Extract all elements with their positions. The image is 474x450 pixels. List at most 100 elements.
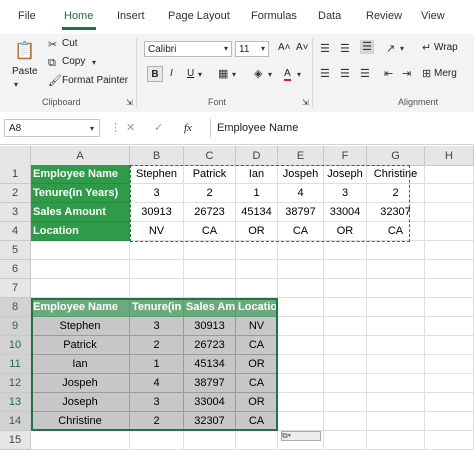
cell[interactable] xyxy=(425,184,474,203)
cell[interactable] xyxy=(278,336,324,355)
cell[interactable]: OR xyxy=(324,222,367,241)
align-left-icon[interactable]: ☰ xyxy=(320,67,330,81)
tab-file[interactable]: File xyxy=(18,10,36,22)
cell[interactable]: NV xyxy=(236,317,278,336)
italic-button[interactable]: I xyxy=(170,68,173,79)
paste-options-icon[interactable]: ⧉▾ xyxy=(281,431,321,441)
cell[interactable] xyxy=(367,260,425,279)
column-header-b[interactable]: B xyxy=(130,146,184,166)
cell[interactable]: 30913 xyxy=(130,203,184,222)
cell[interactable]: 45134 xyxy=(236,203,278,222)
cell[interactable] xyxy=(367,393,425,412)
cell[interactable]: 45134 xyxy=(184,355,236,374)
cell[interactable] xyxy=(425,412,474,431)
cell[interactable] xyxy=(278,241,324,260)
cell[interactable] xyxy=(278,298,324,317)
shrink-font-button[interactable]: A˅ xyxy=(296,42,309,53)
cell[interactable] xyxy=(324,298,367,317)
cut-button[interactable]: Cut xyxy=(62,38,78,49)
cell[interactable]: 33004 xyxy=(184,393,236,412)
cell[interactable]: Patrick xyxy=(31,336,130,355)
cell[interactable] xyxy=(130,260,184,279)
merge-center-button[interactable]: Merg xyxy=(434,68,457,79)
cell[interactable]: OR xyxy=(236,355,278,374)
grow-font-button[interactable]: A˄ xyxy=(278,42,291,53)
cell[interactable]: 3 xyxy=(130,393,184,412)
cell[interactable] xyxy=(425,374,474,393)
cell[interactable]: Patrick xyxy=(184,165,236,184)
column-header-f[interactable]: F xyxy=(324,146,367,166)
cell[interactable] xyxy=(278,317,324,336)
cell[interactable]: CA xyxy=(236,374,278,393)
underline-button[interactable]: U xyxy=(187,68,194,79)
cell[interactable]: Employee Name xyxy=(31,298,130,317)
fill-color-icon[interactable]: ◈ xyxy=(254,67,262,81)
row-header-7[interactable]: 7 xyxy=(0,279,31,298)
cell[interactable]: Sales Amount xyxy=(31,203,130,222)
column-header-d[interactable]: D xyxy=(236,146,278,166)
copy-button[interactable]: Copy xyxy=(62,56,85,67)
cell[interactable]: OR xyxy=(236,393,278,412)
cell[interactable]: 2 xyxy=(130,412,184,431)
cell[interactable]: 4 xyxy=(130,374,184,393)
row-header-1[interactable]: 1 xyxy=(0,165,31,184)
cell[interactable] xyxy=(130,241,184,260)
cell[interactable] xyxy=(278,412,324,431)
cell[interactable]: Jospeh xyxy=(31,374,130,393)
cell[interactable]: Christine xyxy=(31,412,130,431)
cell[interactable]: Locatio xyxy=(236,298,278,317)
cell[interactable]: Stephen xyxy=(130,165,184,184)
increase-indent-icon[interactable]: ⇥ xyxy=(402,67,411,81)
cell[interactable] xyxy=(367,317,425,336)
cell[interactable]: 4 xyxy=(278,184,324,203)
cell[interactable]: 2 xyxy=(184,184,236,203)
cell[interactable] xyxy=(31,279,130,298)
cell[interactable] xyxy=(278,393,324,412)
cell[interactable] xyxy=(425,355,474,374)
tab-page-layout[interactable]: Page Layout xyxy=(168,10,230,22)
cell[interactable] xyxy=(278,355,324,374)
column-header-h[interactable]: H xyxy=(425,146,474,166)
chevron-down-icon[interactable]: ▾ xyxy=(297,68,301,82)
align-right-icon[interactable]: ☰ xyxy=(360,67,370,81)
cell[interactable] xyxy=(278,279,324,298)
cell[interactable] xyxy=(367,336,425,355)
cell[interactable]: Tenure(in Years) xyxy=(31,184,130,203)
cell[interactable] xyxy=(236,279,278,298)
cell[interactable] xyxy=(324,412,367,431)
formula-input[interactable]: Employee Name xyxy=(210,119,474,137)
cell[interactable] xyxy=(425,298,474,317)
cell[interactable] xyxy=(367,241,425,260)
row-header-13[interactable]: 13 xyxy=(0,393,31,412)
cell[interactable]: 26723 xyxy=(184,203,236,222)
chevron-down-icon[interactable]: ▾ xyxy=(232,68,236,82)
orientation-icon[interactable]: ↗ xyxy=(386,42,395,56)
cell[interactable]: 38797 xyxy=(184,374,236,393)
format-painter-icon[interactable]: 🖌 xyxy=(48,74,62,88)
row-header-4[interactable]: 4 xyxy=(0,222,31,241)
cell[interactable] xyxy=(324,279,367,298)
cell[interactable] xyxy=(184,260,236,279)
align-top-icon[interactable]: ☰ xyxy=(320,42,330,56)
cell[interactable] xyxy=(324,355,367,374)
cell[interactable] xyxy=(425,165,474,184)
cell[interactable]: Employee Name xyxy=(31,165,130,184)
tab-review[interactable]: Review xyxy=(366,10,402,22)
paste-icon[interactable]: 📋 xyxy=(14,40,36,62)
chevron-down-icon[interactable]: ▾ xyxy=(268,68,272,82)
row-header-5[interactable]: 5 xyxy=(0,241,31,260)
cell[interactable]: OR xyxy=(236,222,278,241)
cell[interactable]: CA xyxy=(278,222,324,241)
cell[interactable]: Joseph xyxy=(31,393,130,412)
row-header-3[interactable]: 3 xyxy=(0,203,31,222)
name-box[interactable]: A8 xyxy=(4,119,100,137)
tab-insert[interactable]: Insert xyxy=(117,10,145,22)
align-middle-icon[interactable]: ☰ xyxy=(340,42,350,56)
cell[interactable]: Location xyxy=(31,222,130,241)
cell[interactable] xyxy=(425,222,474,241)
cell[interactable] xyxy=(324,317,367,336)
cell[interactable]: 38797 xyxy=(278,203,324,222)
tab-data[interactable]: Data xyxy=(318,10,341,22)
cell[interactable] xyxy=(425,279,474,298)
cell[interactable]: 32307 xyxy=(184,412,236,431)
